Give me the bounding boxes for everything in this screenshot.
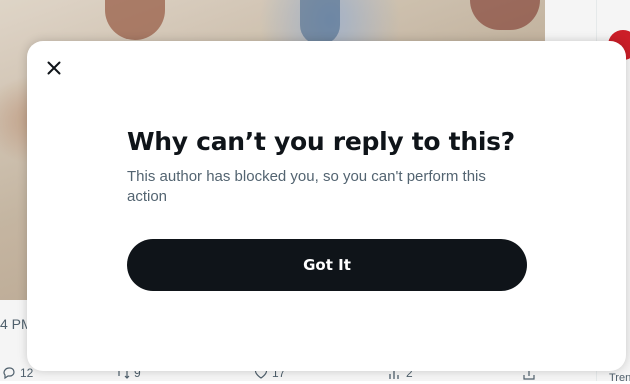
dialog-description: This author has blocked you, so you can'… (127, 168, 486, 205)
close-button[interactable] (37, 51, 71, 85)
blocked-reply-dialog: Why can’t you reply to this? This author… (27, 41, 626, 371)
close-icon (47, 61, 61, 75)
dialog-title: Why can’t you reply to this? (127, 127, 515, 156)
dialog-content: Why can’t you reply to this? This author… (127, 127, 527, 207)
got-it-button[interactable]: Got It (127, 239, 527, 291)
